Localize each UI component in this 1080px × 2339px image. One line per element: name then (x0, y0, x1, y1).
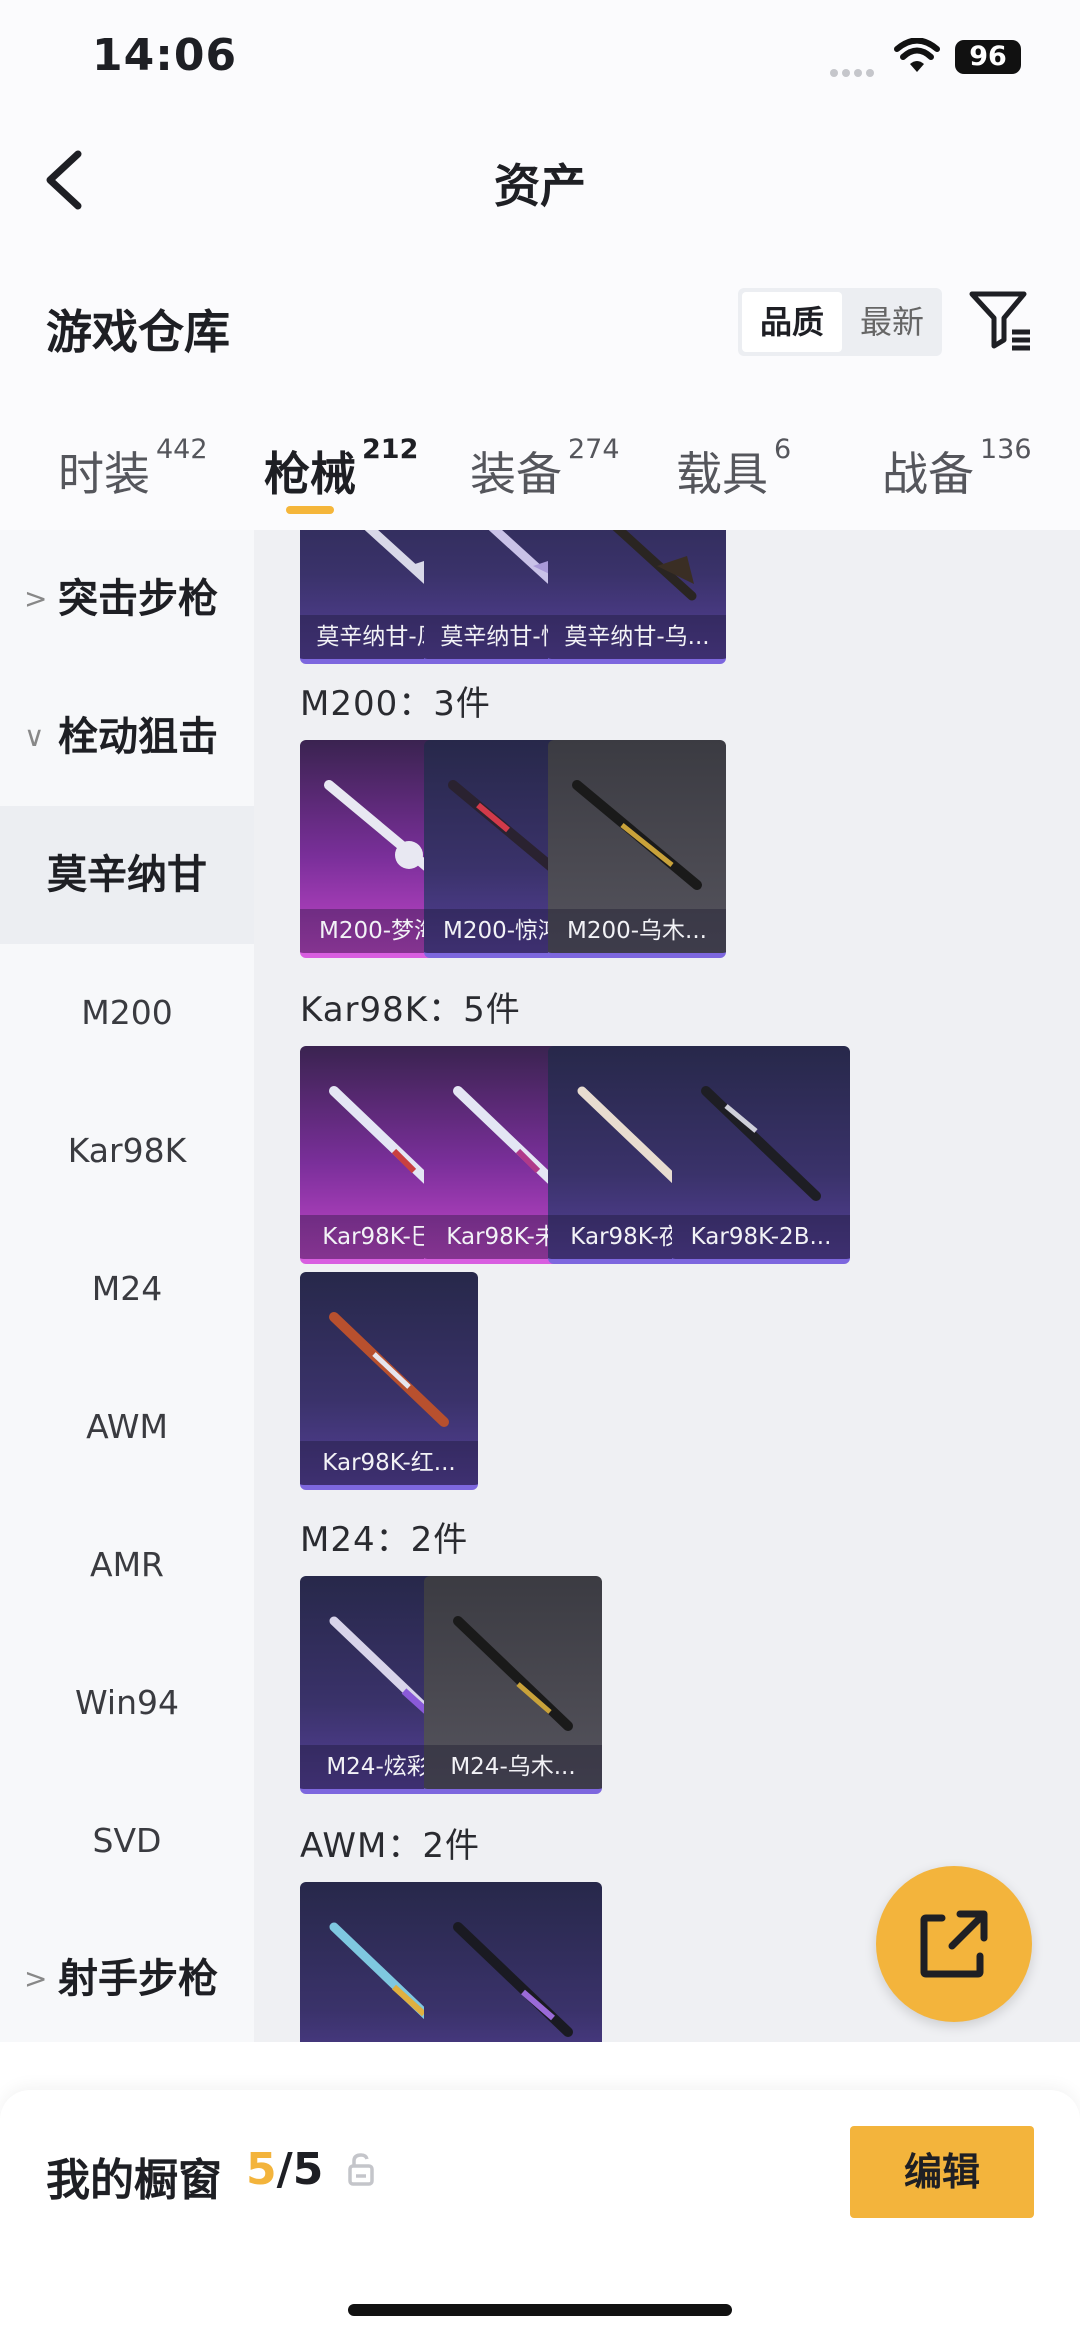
section-title-kar98k: Kar98K：5件 (300, 990, 521, 1030)
battery-indicator: 96 (955, 40, 1021, 74)
sort-toggle: 品质 最新 (738, 288, 942, 356)
warehouse-title: 游戏仓库 (46, 305, 230, 359)
showcase-bar: 我的橱窗 5/5 编辑 (0, 2090, 1080, 2339)
tab-equipment[interactable]: 装备 274 (470, 434, 620, 504)
weapon-card[interactable]: M200-乌木... (548, 740, 726, 958)
sidebar-group-bolt-sniper[interactable]: ∨ 栓动狙击 (0, 668, 254, 806)
sidebar-item-win94[interactable]: Win94 (0, 1634, 254, 1772)
tab-active-indicator (286, 506, 334, 514)
showcase-count: 5/5 (246, 2144, 324, 2195)
filter-icon[interactable] (968, 288, 1032, 352)
rifle-icon (572, 780, 702, 890)
lock-icon (348, 2153, 374, 2186)
status-time: 14:06 (92, 30, 238, 81)
chevron-right-icon: > (24, 582, 48, 615)
sidebar-item-svd[interactable]: SVD (0, 1772, 254, 1910)
wifi-icon (894, 38, 940, 72)
sidebar-group-marksman-rifle[interactable]: > 射手步枪 (0, 1910, 254, 2048)
weapon-card[interactable] (424, 1882, 602, 2042)
tab-supplies[interactable]: 战备 136 (882, 434, 1032, 504)
sidebar-group-assault-rifle[interactable]: > 突击步枪 (0, 530, 254, 668)
section-title-m200: M200：3件 (300, 684, 491, 724)
tab-weapons[interactable]: 枪械 212 (264, 434, 418, 504)
rifle-icon (701, 1086, 821, 1201)
signal-icon (830, 62, 878, 81)
showcase-title: 我的橱窗 (46, 2155, 222, 2206)
sidebar-item-kar98k[interactable]: Kar98K (0, 1082, 254, 1220)
weapon-grid: 莫辛纳甘-风... 莫辛纳甘-懵... 莫辛纳甘-乌... M200：3件 3级… (254, 530, 1080, 2042)
tab-vehicles[interactable]: 载具 6 (676, 434, 791, 504)
tab-fashion[interactable]: 时装 442 (58, 434, 208, 504)
weapon-card[interactable]: Kar98K-2B... (672, 1046, 850, 1264)
rifle-icon (612, 530, 697, 601)
weapon-card[interactable]: M24-乌木... (424, 1576, 602, 1794)
sidebar-item-amr[interactable]: AMR (0, 1496, 254, 1634)
status-bar: 14:06 96 (0, 0, 1080, 120)
warehouse-header: 游戏仓库 品质 最新 (0, 238, 1080, 408)
nav-bar: 资产 (0, 120, 1080, 238)
rifle-icon (453, 1616, 573, 1731)
category-tabs: 时装 442 枪械 212 装备 274 载具 6 战备 136 (0, 408, 1080, 530)
share-icon (920, 1910, 988, 1978)
sort-newest-button[interactable]: 最新 (844, 292, 940, 352)
sidebar-item-m24[interactable]: M24 (0, 1220, 254, 1358)
home-indicator (348, 2304, 732, 2316)
section-title-m24: M24：2件 (300, 1520, 469, 1560)
sidebar-item-mosin[interactable]: 莫辛纳甘 (0, 806, 254, 944)
rifle-icon (329, 1312, 449, 1427)
edit-button[interactable]: 编辑 (850, 2126, 1034, 2218)
sidebar-item-m200[interactable]: M200 (0, 944, 254, 1082)
sort-quality-button[interactable]: 品质 (742, 292, 842, 352)
weapon-card[interactable]: Kar98K-红... (300, 1272, 478, 1490)
rifle-icon (453, 1922, 573, 2037)
chevron-right-icon: > (24, 1962, 48, 1995)
weapon-sidebar: > 突击步枪 ∨ 栓动狙击 莫辛纳甘 M200 Kar98K M24 AWM AMR… (0, 530, 254, 2042)
share-button[interactable] (876, 1866, 1032, 2022)
page-title: 资产 (494, 159, 586, 213)
weapon-card[interactable]: 莫辛纳甘-乌... (548, 530, 726, 664)
chevron-down-icon: ∨ (24, 720, 45, 753)
section-title-awm: AWM：2件 (300, 1826, 480, 1866)
sidebar-item-awm[interactable]: AWM (0, 1358, 254, 1496)
